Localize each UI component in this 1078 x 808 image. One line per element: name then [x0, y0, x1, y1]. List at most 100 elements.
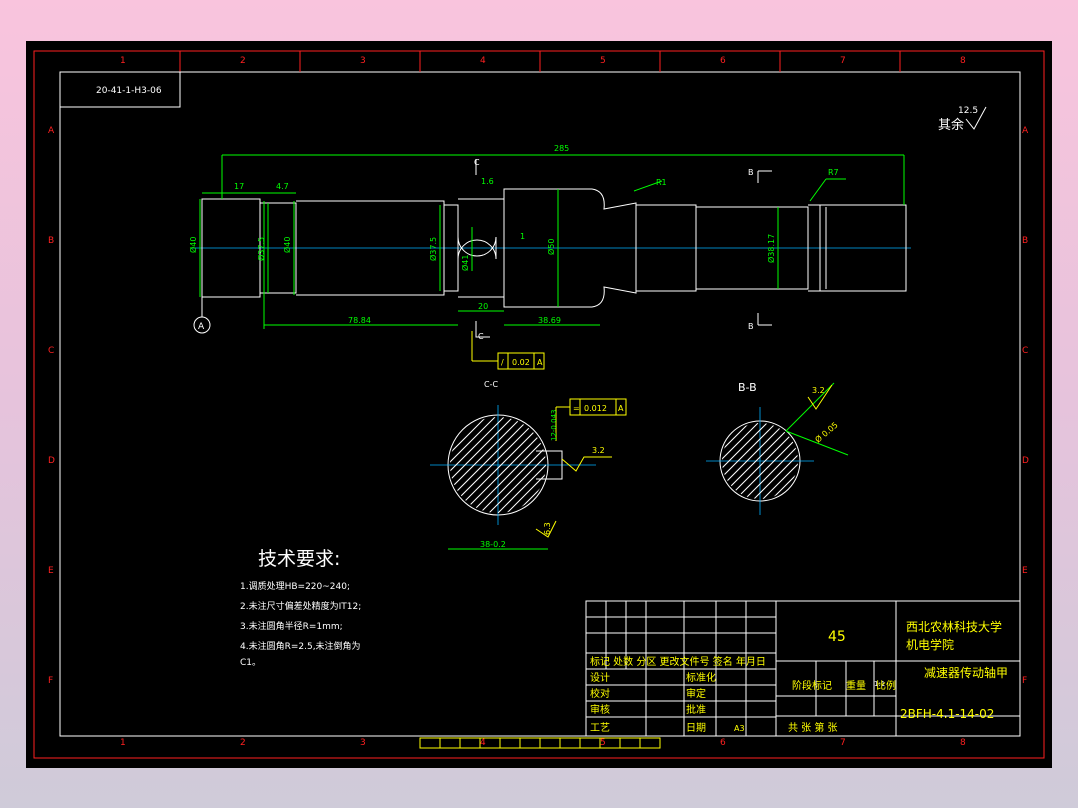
title-drawing-no: 2BFH-4.1-14-02 — [900, 707, 994, 721]
zone-row-D: D — [48, 456, 55, 466]
zone-row-A: A — [48, 126, 55, 136]
roughness-32a: 3.2 — [592, 446, 605, 455]
title-box-text: 20-41-1-H3-06 — [96, 86, 162, 96]
scale-cell — [619, 737, 641, 749]
inner-frame — [59, 71, 1021, 737]
tech-heading: 技术要求: — [258, 548, 340, 570]
dim-total-length: 285 — [554, 144, 569, 153]
scale-cell — [419, 737, 441, 749]
dim-d40a: Ø40 — [188, 237, 198, 253]
zone-row-B: B — [1022, 236, 1028, 246]
section-bb-hatch — [722, 423, 798, 499]
zone-col-3: 3 — [360, 738, 366, 748]
title-meta-stage: 阶段标记 — [792, 679, 832, 692]
zone-row-E: E — [48, 566, 54, 576]
dim-d37-5b: Ø37.5 — [428, 237, 438, 261]
tol1-symbol: / — [501, 358, 504, 367]
tech-item-4: 4.未注圆角R=2.5,未注倒角为 — [240, 640, 361, 652]
zone-col-4: 4 — [480, 56, 486, 66]
dim-d41: Ø41 — [460, 255, 470, 271]
title-row-header: 标记 处数 分区 更改文件号 签名 年月日 — [590, 655, 766, 668]
dim-key-width: 38-0.2 — [480, 540, 506, 549]
zone-col-7: 7 — [840, 738, 846, 748]
engineering-drawing: 1122334455667788A AB BC CD DE EF F 20-41-1-H3-… — [33, 50, 1045, 759]
title-school: 西北农林科技大学 — [906, 619, 1002, 634]
title-pages: 共 张 第 张 — [788, 721, 838, 734]
title-role-2: 校对 — [590, 687, 610, 700]
dim-d40b: Ø40 — [282, 237, 292, 253]
bottom-scale-bar — [419, 737, 661, 749]
zone-col-5: 5 — [600, 56, 606, 66]
scale-cell — [499, 737, 521, 749]
title-college: 机电学院 — [906, 637, 954, 652]
title-role-4: 工艺 — [590, 722, 610, 734]
zone-col-7: 7 — [840, 56, 846, 66]
scale-cell — [559, 737, 581, 749]
zone-col-4: 4 — [480, 738, 486, 748]
zone-row-A: A — [1022, 126, 1029, 136]
scale-cell — [639, 737, 661, 749]
zone-col-1: 1 — [120, 738, 126, 748]
dim-r1: R1 — [656, 178, 667, 187]
title-meta-scale: 比例 — [876, 679, 896, 692]
dim-l38: 38.69 — [538, 316, 561, 325]
tech-item-1: 1.调质处理HB=220~240; — [240, 580, 350, 592]
zone-col-3: 3 — [360, 56, 366, 66]
section-c-bottom: C — [478, 332, 484, 341]
zone-col-5: 5 — [600, 738, 606, 748]
zone-row-D: D — [1022, 456, 1029, 466]
title-meta-weight: 重量 — [846, 679, 866, 692]
title-material: 45 — [828, 629, 846, 645]
title-role-3: 审核 — [590, 703, 610, 716]
scale-cell — [459, 737, 481, 749]
title-sheet-size: A3 — [734, 724, 745, 733]
roughness-32b: 3.2 — [812, 386, 825, 395]
tol2-datum: A — [618, 404, 624, 413]
tech-item-5: C1。 — [240, 658, 261, 668]
dim-d37-5a: Ø37.5 — [256, 237, 266, 261]
tol1-value: 0.02 — [512, 358, 530, 367]
tech-item-3: 3.未注圆角半径R=1mm; — [240, 620, 343, 632]
dim-key-depth: 12-0.043 — [550, 410, 558, 441]
scale-cell — [519, 737, 541, 749]
zone-col-2: 2 — [240, 56, 246, 66]
scale-cell — [439, 737, 461, 749]
roughness-default-label: 其余 — [938, 117, 964, 133]
tech-item-2: 2.未注尺寸偏差处精度为IT12; — [240, 600, 361, 612]
section-b-top: B — [748, 168, 754, 177]
title-right-2: 审定 — [686, 687, 706, 700]
title-right-3: 批准 — [686, 703, 706, 716]
title-role-1: 设计 — [590, 671, 610, 684]
section-cc-label: C-C — [484, 380, 498, 389]
roughness-63: 6.3 — [543, 522, 552, 535]
zone-row-C: C — [48, 346, 54, 356]
outer-frame — [33, 50, 1045, 759]
title-right-4: 日期 — [686, 722, 706, 734]
drawing-canvas: 1122334455667788AABBCCDDEEFF 20-41-1-H3-… — [26, 41, 1052, 768]
zone-row-B: B — [48, 236, 54, 246]
scale-cell — [579, 737, 601, 749]
dim-l20: 20 — [478, 302, 488, 311]
datum-a-label: A — [198, 322, 205, 332]
spline-dim: Ø 0.05 — [813, 420, 840, 445]
zone-col-8: 8 — [960, 56, 966, 66]
zone-col-1: 1 — [120, 56, 126, 66]
zone-col-6: 6 — [720, 56, 726, 66]
zone-markers: 1122334455667788A AB BC CD DE EF F — [48, 51, 1029, 748]
title-part-name: 减速器传动轴甲 — [924, 665, 1008, 680]
dim-17: 17 — [234, 182, 244, 191]
roughness-default-value: 12.5 — [958, 106, 978, 116]
dim-l78: 78.84 — [348, 316, 371, 325]
section-c-top: C — [474, 158, 480, 167]
zone-row-F: F — [1022, 676, 1027, 686]
roughness-mark-cc — [561, 456, 612, 472]
section-bb-label: B-B — [738, 381, 757, 394]
scale-cell — [539, 737, 561, 749]
dim-d38: Ø38.17 — [766, 234, 776, 263]
zone-col-2: 2 — [240, 738, 246, 748]
dim-small-1: 1 — [520, 232, 525, 241]
zone-row-E: E — [1022, 566, 1028, 576]
dim-47: 4.7 — [276, 182, 289, 191]
dim-r7: R7 — [828, 168, 839, 177]
title-right-1: 标准化 — [686, 671, 716, 684]
